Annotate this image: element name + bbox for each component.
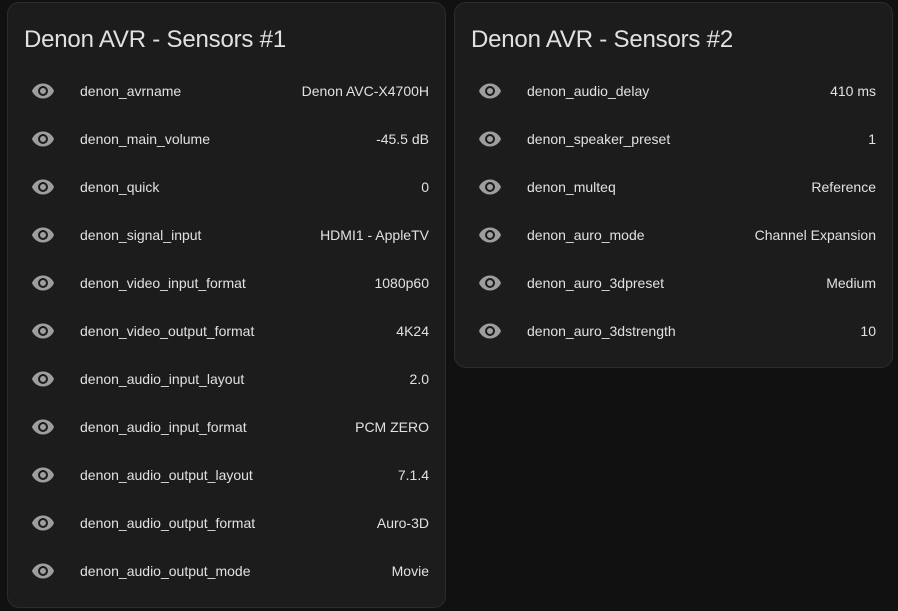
entity-name: denon_auro_mode bbox=[527, 227, 645, 243]
entity-name: denon_speaker_preset bbox=[527, 131, 671, 147]
entity-name: denon_multeq bbox=[527, 179, 616, 195]
entity-state: 1080p60 bbox=[374, 275, 429, 291]
eye-icon bbox=[31, 223, 55, 247]
eye-icon bbox=[31, 175, 55, 199]
entity-row[interactable]: denon_audio_output_format Auro-3D bbox=[8, 499, 445, 547]
entity-row[interactable]: denon_audio_delay 410 ms bbox=[455, 67, 892, 115]
entity-row[interactable]: denon_auro_3dstrength 10 bbox=[455, 307, 892, 355]
entity-list: denon_avrname Denon AVC-X4700H denon_main… bbox=[8, 67, 445, 595]
eye-icon bbox=[478, 223, 502, 247]
entity-name: denon_auro_3dstrength bbox=[527, 323, 676, 339]
eye-icon bbox=[31, 127, 55, 151]
card-title: Denon AVR - Sensors #1 bbox=[24, 26, 286, 53]
entity-state: Auro-3D bbox=[376, 515, 429, 531]
eye-icon bbox=[478, 79, 502, 103]
entity-state: -45.5 dB bbox=[376, 131, 429, 147]
eye-icon bbox=[478, 175, 502, 199]
entity-row[interactable]: denon_audio_input_format PCM ZERO bbox=[8, 403, 445, 451]
entity-state: 410 ms bbox=[830, 83, 876, 99]
entity-state: 0 bbox=[421, 179, 429, 195]
entity-name: denon_avrname bbox=[80, 83, 182, 99]
entity-state: Channel Expansion bbox=[754, 227, 876, 243]
entity-name: denon_audio_output_format bbox=[80, 515, 256, 531]
entity-row[interactable]: denon_signal_input HDMI1 - AppleTV bbox=[8, 211, 445, 259]
entity-row[interactable]: denon_auro_3dpreset Medium bbox=[455, 259, 892, 307]
eye-icon bbox=[478, 127, 502, 151]
entity-state: Medium bbox=[826, 275, 876, 291]
eye-icon bbox=[31, 559, 55, 583]
entity-name: denon_audio_output_mode bbox=[80, 563, 251, 579]
entities-card-sensors-1: Denon AVR - Sensors #1 denon_avrname Deno… bbox=[7, 2, 446, 608]
entity-state: 10 bbox=[860, 323, 876, 339]
eye-icon bbox=[31, 415, 55, 439]
entity-name: denon_video_input_format bbox=[80, 275, 246, 291]
eye-icon bbox=[31, 367, 55, 391]
entity-row[interactable]: denon_auro_mode Channel Expansion bbox=[455, 211, 892, 259]
entity-row[interactable]: denon_multeq Reference bbox=[455, 163, 892, 211]
entity-row[interactable]: denon_avrname Denon AVC-X4700H bbox=[8, 67, 445, 115]
entity-state: 4K24 bbox=[396, 323, 429, 339]
entity-row[interactable]: denon_quick 0 bbox=[8, 163, 445, 211]
eye-icon bbox=[31, 271, 55, 295]
entity-state: Movie bbox=[391, 563, 429, 579]
eye-icon bbox=[31, 463, 55, 487]
entity-state: HDMI1 - AppleTV bbox=[320, 227, 429, 243]
entity-state: 1 bbox=[868, 131, 876, 147]
entity-name: denon_audio_delay bbox=[527, 83, 650, 99]
eye-icon bbox=[31, 79, 55, 103]
entity-name: denon_audio_input_format bbox=[80, 419, 247, 435]
entity-row[interactable]: denon_video_output_format 4K24 bbox=[8, 307, 445, 355]
card-title: Denon AVR - Sensors #2 bbox=[471, 26, 733, 53]
entities-card-sensors-2: Denon AVR - Sensors #2 denon_audio_delay… bbox=[454, 2, 893, 368]
entity-row[interactable]: denon_speaker_preset 1 bbox=[455, 115, 892, 163]
entity-row[interactable]: denon_audio_output_layout 7.1.4 bbox=[8, 451, 445, 499]
entity-row[interactable]: denon_main_volume -45.5 dB bbox=[8, 115, 445, 163]
entity-name: denon_main_volume bbox=[80, 131, 210, 147]
entity-state: PCM ZERO bbox=[355, 419, 429, 435]
entity-state: Denon AVC-X4700H bbox=[301, 83, 429, 99]
entity-row[interactable]: denon_audio_output_mode Movie bbox=[8, 547, 445, 595]
entity-name: denon_auro_3dpreset bbox=[527, 275, 665, 291]
entity-state: Reference bbox=[811, 179, 876, 195]
entity-name: denon_audio_output_layout bbox=[80, 467, 253, 483]
entity-name: denon_audio_input_layout bbox=[80, 371, 245, 387]
entity-row[interactable]: denon_audio_input_layout 2.0 bbox=[8, 355, 445, 403]
entity-name: denon_quick bbox=[80, 179, 160, 195]
entity-list: denon_audio_delay 410 ms denon_speaker_pr… bbox=[455, 67, 892, 355]
eye-icon bbox=[478, 271, 502, 295]
entity-name: denon_video_output_format bbox=[80, 323, 255, 339]
eye-icon bbox=[31, 319, 55, 343]
entity-state: 2.0 bbox=[409, 371, 429, 387]
entity-state: 7.1.4 bbox=[397, 467, 429, 483]
entity-row[interactable]: denon_video_input_format 1080p60 bbox=[8, 259, 445, 307]
entity-name: denon_signal_input bbox=[80, 227, 202, 243]
eye-icon bbox=[31, 511, 55, 535]
eye-icon bbox=[478, 319, 502, 343]
